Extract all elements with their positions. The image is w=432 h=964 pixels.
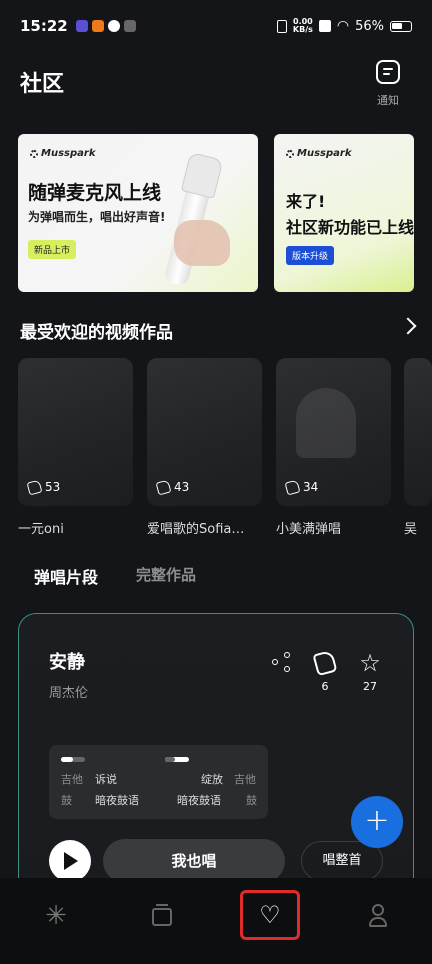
track-indicator-active: [61, 757, 73, 762]
heart-icon: ♡: [259, 901, 281, 929]
app-notification-icon: [91, 20, 104, 32]
network-speed: 0.00 KB/s: [293, 18, 313, 34]
track-label: 吉他: [234, 773, 256, 786]
brand-mark-icon: [286, 149, 294, 158]
battery-icon: [390, 20, 412, 32]
clap-icon: [155, 479, 172, 495]
star-icon: ☆: [359, 649, 381, 677]
brand-logo: Musspark: [30, 148, 95, 159]
video-author: 一元oni: [18, 522, 64, 537]
banner-microphone[interactable]: Musspark 随弹麦克风上线 为弹唱而生，唱出好声音! 新品上市: [18, 134, 258, 292]
brand-logo: Musspark: [286, 148, 351, 159]
status-time: 15:22: [20, 17, 68, 35]
notification-icons: [75, 20, 136, 32]
brand-name: Musspark: [297, 148, 352, 159]
page-title: 社区: [20, 72, 65, 97]
banner-headline: 来了!: [286, 192, 326, 211]
likes-count: 34: [303, 480, 319, 494]
nav-profile[interactable]: [358, 896, 398, 936]
add-button[interactable]: +: [351, 796, 403, 848]
banner-new-feature[interactable]: Musspark 来了! 社区新功能已上线 版本升级: [274, 134, 414, 292]
track-value: 绽放: [201, 773, 223, 786]
sim-icon: [318, 20, 331, 32]
app-logo-icon: ✳: [45, 901, 67, 931]
song-title: 安静: [49, 652, 85, 673]
track-value: 诉说: [95, 773, 117, 786]
clap-count: 6: [321, 680, 329, 693]
brand-name: Musspark: [41, 148, 96, 159]
track-label: 吉他: [61, 773, 83, 786]
likes-count: 53: [45, 480, 61, 494]
battery-percent: 56%: [355, 18, 384, 34]
track-label: 鼓: [61, 794, 72, 807]
video-card[interactable]: 34: [276, 358, 391, 506]
track-value: 暗夜鼓语: [95, 794, 139, 807]
section-title: 最受欢迎的视频作品: [20, 323, 173, 343]
video-author: 吴: [404, 522, 418, 537]
track-value: 暗夜鼓语: [177, 794, 221, 807]
clap-icon: [284, 479, 301, 495]
clap-icon: [312, 649, 338, 677]
status-right: 0.00 KB/s ◠ 56%: [276, 18, 412, 34]
library-icon: [152, 904, 172, 926]
banner-subtitle: 为弹唱而生，唱出好声音!: [28, 210, 166, 224]
banner-tag: 新品上市: [28, 240, 77, 259]
video-card[interactable]: 43: [147, 358, 262, 506]
notify-button[interactable]: 通知: [368, 60, 408, 108]
profile-icon: [372, 904, 384, 916]
tab-clips[interactable]: 弹唱片段: [34, 564, 98, 588]
app-notification-icon: [107, 20, 120, 32]
song-card: 安静 周杰伦 6 ☆ 27 吉他 诉说 绽放 吉他 鼓 暗夜鼓语 暗夜鼓语 鼓 …: [18, 613, 414, 913]
favorite-button[interactable]: ☆ 27: [355, 649, 385, 693]
video-likes: 43: [155, 479, 190, 495]
video-thumbnail: [296, 388, 356, 458]
play-button[interactable]: [49, 840, 91, 882]
tab-full-works[interactable]: 完整作品: [136, 564, 196, 585]
hand-illustration: [174, 220, 230, 266]
share-button[interactable]: [267, 652, 297, 672]
chevron-right-icon[interactable]: [399, 317, 417, 335]
clap-button[interactable]: 6: [310, 649, 340, 693]
share-icon: [272, 652, 292, 672]
wifi-icon: ◠: [336, 18, 350, 34]
video-author: 爱唱歌的Sofia…: [147, 522, 245, 537]
status-bar: 15:22 0.00 KB/s ◠ 56%: [0, 0, 432, 52]
app-notification-icon: [75, 20, 88, 32]
banner-headline: 随弹麦克风上线: [28, 182, 162, 204]
bottom-nav: ✳ ♡: [0, 878, 432, 964]
nav-library[interactable]: [142, 896, 182, 936]
likes-count: 43: [174, 480, 190, 494]
brand-mark-icon: [30, 149, 38, 158]
video-author: 小美满弹唱: [276, 522, 342, 537]
sing-too-button[interactable]: 我也唱: [103, 839, 285, 883]
track-indicator-inactive: [165, 757, 175, 762]
video-likes: 53: [26, 479, 61, 495]
message-icon: [376, 60, 400, 84]
vibrate-icon: [276, 19, 287, 33]
clap-icon: [26, 479, 43, 495]
nav-home[interactable]: ✳: [36, 896, 76, 936]
speed-unit: KB/s: [292, 25, 313, 34]
notify-label: 通知: [377, 94, 399, 107]
star-count: 27: [363, 680, 377, 693]
track-label: 鼓: [246, 794, 257, 807]
nav-community[interactable]: ♡: [240, 890, 300, 940]
video-likes: 34: [284, 479, 319, 495]
song-artist: 周杰伦: [49, 686, 89, 701]
banner-headline-2: 社区新功能已上线: [286, 218, 414, 237]
banner-tag: 版本升级: [286, 246, 335, 265]
video-card[interactable]: 53: [18, 358, 133, 506]
track-selector[interactable]: 吉他 诉说 绽放 吉他 鼓 暗夜鼓语 暗夜鼓语 鼓: [49, 745, 268, 819]
video-card[interactable]: [404, 358, 432, 506]
app-notification-icon: [123, 20, 136, 32]
